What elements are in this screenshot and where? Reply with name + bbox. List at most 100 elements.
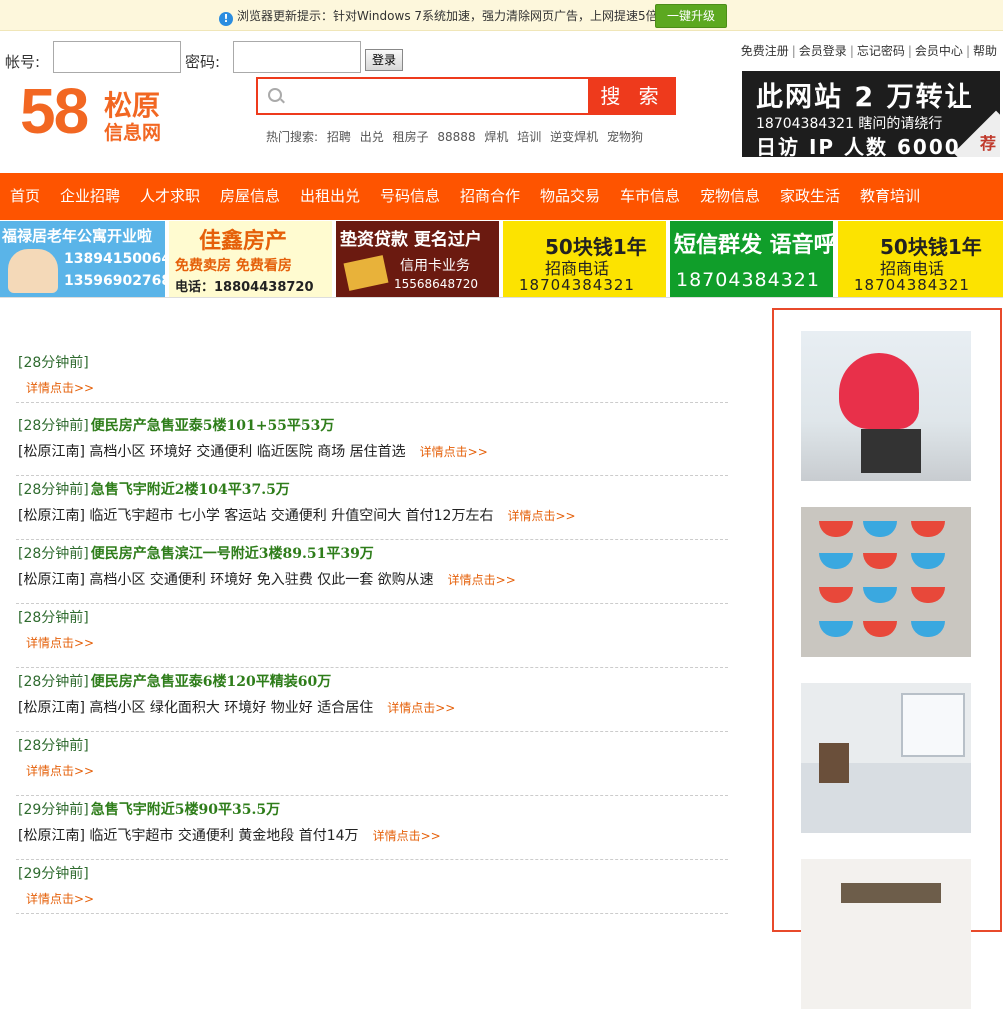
- banner-ad-slot[interactable]: 50块钱1年 招商电话 18704384321: [503, 221, 666, 297]
- credit-card-image: [343, 255, 389, 291]
- hot-term[interactable]: 培训: [517, 130, 541, 144]
- post-time: [28分钟前]: [18, 610, 89, 626]
- banner-phone: 15568648720: [394, 277, 478, 291]
- basin-shape: [819, 587, 853, 603]
- hot-search-label: 热门搜索:: [266, 130, 319, 144]
- banner-elderly-apartment[interactable]: 福禄居老年公寓开业啦 13894150064 13596902768: [0, 221, 165, 297]
- post-time: [28分钟前]: [18, 482, 89, 498]
- account-input[interactable]: [53, 41, 181, 73]
- banner-ads: 福禄居老年公寓开业啦 13894150064 13596902768 佳鑫房产 …: [0, 221, 1003, 297]
- member-center-link[interactable]: 会员中心: [915, 44, 963, 58]
- nav-trading[interactable]: 物品交易: [540, 173, 600, 220]
- help-link[interactable]: 帮助: [973, 44, 997, 58]
- listing-description: 临近飞宇超市 七小学 客运站 交通便利 升值空间大 首付12万左右: [89, 508, 494, 524]
- search-box: 搜 索: [256, 77, 676, 115]
- detail-link[interactable]: 详情点击>>: [26, 636, 94, 650]
- banner-subtitle: 免费卖房 免费看房: [175, 258, 292, 274]
- member-login-link[interactable]: 会员登录: [799, 44, 847, 58]
- browser-update-bar: ! 浏览器更新提示：针对Windows 7系统加速，强力清除网页广告，上网提速5倍…: [0, 0, 1003, 31]
- banner-title: 垫资贷款 更名过户: [340, 230, 482, 250]
- signboard-shape: [841, 883, 941, 903]
- detail-link[interactable]: 详情点击>>: [420, 445, 488, 459]
- hot-term[interactable]: 招聘: [327, 130, 351, 144]
- banner-sms-broadcast[interactable]: 短信群发 语音呼叫 18704384321: [670, 221, 833, 297]
- listing-title[interactable]: 便民房产急售滨江一号附近3楼89.51平39万: [91, 546, 374, 562]
- detail-link[interactable]: 详情点击>>: [26, 892, 94, 906]
- listing-description: 高档小区 交通便利 环境好 免入驻费 仅此一套 欲购从速: [89, 572, 434, 588]
- photo-sidebar: [772, 308, 1002, 1009]
- post-time: [28分钟前]: [18, 546, 89, 562]
- ad-traffic: 日访 IP 人数 6000: [756, 135, 961, 157]
- window-shape: [901, 693, 965, 757]
- nav-cars[interactable]: 车市信息: [620, 173, 680, 220]
- basin-shape: [911, 553, 945, 569]
- login-button[interactable]: 登录: [365, 49, 403, 71]
- nav-home[interactable]: 首页: [10, 173, 40, 220]
- forgot-password-link[interactable]: 忘记密码: [857, 44, 905, 58]
- listing-title[interactable]: 急售飞宇附近2楼104平37.5万: [91, 482, 290, 498]
- search-input[interactable]: [256, 77, 590, 115]
- recommend-badge: 荐: [979, 134, 996, 153]
- nav-resumes[interactable]: 人才求职: [140, 173, 200, 220]
- detail-link[interactable]: 详情点击>>: [448, 573, 516, 587]
- detail-link[interactable]: 详情点击>>: [387, 701, 455, 715]
- elderly-couple-image: [8, 249, 58, 293]
- list-item: [28分钟前] 便民房产急售滨江一号附近3楼89.51平39万 [松原江南] 高档…: [16, 541, 728, 604]
- nav-pets[interactable]: 宠物信息: [700, 173, 760, 220]
- nav-education[interactable]: 教育培训: [860, 173, 920, 220]
- site-logo[interactable]: 58 松原 信息网: [20, 75, 185, 147]
- hot-term[interactable]: 出兑: [360, 130, 384, 144]
- machine-base: [861, 429, 921, 473]
- search-button[interactable]: 搜 索: [589, 77, 676, 115]
- banner-phone: 18704384321: [519, 276, 635, 294]
- main-content: [28分钟前] 详情点击>> [28分钟前] 便民房产急售亚泰5楼101+55平5…: [0, 297, 1003, 1009]
- listing-description: 临近飞宇超市 交通便利 黄金地段 首付14万: [89, 828, 359, 844]
- account-label: 帐号:: [5, 53, 41, 71]
- basin-shape: [819, 621, 853, 637]
- detail-link[interactable]: 详情点击>>: [373, 829, 441, 843]
- update-notice: ! 浏览器更新提示：针对Windows 7系统加速，强力清除网页广告，上网提速5倍: [219, 7, 658, 26]
- post-time: [28分钟前]: [18, 738, 89, 754]
- basin-rack-photo[interactable]: [801, 507, 971, 657]
- nav-jobs[interactable]: 企业招聘: [60, 173, 120, 220]
- hot-term[interactable]: 租房子: [393, 130, 429, 144]
- list-item: [28分钟前] 详情点击>>: [16, 605, 728, 668]
- hot-term[interactable]: 逆变焊机: [550, 130, 598, 144]
- ad-headline: 此网站 2 万转让: [756, 82, 974, 113]
- search-icon: [268, 88, 282, 102]
- listing-title[interactable]: 急售飞宇附近5楼90平35.5万: [91, 802, 280, 818]
- basin-shape: [911, 521, 945, 537]
- listing-title[interactable]: 便民房产急售亚泰6楼120平精装60万: [91, 674, 331, 690]
- listing-title[interactable]: 便民房产急售亚泰5楼101+55平53万: [91, 418, 335, 434]
- hot-term[interactable]: 宠物狗: [607, 130, 643, 144]
- one-click-upgrade-button[interactable]: 一键升级: [655, 4, 727, 28]
- site-transfer-ad[interactable]: 此网站 2 万转让 18704384321 瞎问的请绕行 日访 IP 人数 60…: [742, 71, 1000, 157]
- register-link[interactable]: 免费注册: [741, 44, 789, 58]
- drain-cleaner-photo[interactable]: [801, 331, 971, 481]
- password-input[interactable]: [233, 41, 361, 73]
- banner-ad-slot[interactable]: 50块钱1年 招商电话 18704384321: [838, 221, 1003, 297]
- detail-link[interactable]: 详情点击>>: [507, 509, 575, 523]
- basin-shape: [863, 553, 897, 569]
- update-notice-text: 浏览器更新提示：针对Windows 7系统加速，强力清除网页广告，上网提速5倍: [237, 9, 658, 23]
- hot-term[interactable]: 88888: [437, 130, 475, 144]
- nav-numbers[interactable]: 号码信息: [380, 173, 440, 220]
- detail-link[interactable]: 详情点击>>: [26, 381, 94, 395]
- list-item: [28分钟前] 详情点击>>: [16, 733, 728, 796]
- banner-jiaxin-realty[interactable]: 佳鑫房产 免费卖房 免费看房 电话：18804438720: [169, 221, 332, 297]
- listing-location: [松原江南]: [18, 444, 85, 460]
- hot-term[interactable]: 焊机: [484, 130, 508, 144]
- main-nav: 首页 企业招聘 人才求职 房屋信息 出租出兑 号码信息 招商合作 物品交易 车市…: [0, 173, 1003, 220]
- banner-title: 短信群发 语音呼叫: [674, 233, 833, 258]
- shop-interior-photo[interactable]: [801, 859, 971, 1009]
- detail-link[interactable]: 详情点击>>: [26, 764, 94, 778]
- room-interior-photo[interactable]: [801, 683, 971, 833]
- listing-list: [28分钟前] 详情点击>> [28分钟前] 便民房产急售亚泰5楼101+55平5…: [16, 350, 728, 914]
- nav-rentals[interactable]: 出租出兑: [300, 173, 360, 220]
- nav-housing[interactable]: 房屋信息: [220, 173, 280, 220]
- banner-phone: 18704384321: [676, 269, 820, 291]
- nav-household[interactable]: 家政生活: [780, 173, 840, 220]
- banner-loans[interactable]: 垫资贷款 更名过户 信用卡业务 15568648720: [336, 221, 499, 297]
- cabinet-shape: [819, 743, 849, 783]
- nav-franchise[interactable]: 招商合作: [460, 173, 520, 220]
